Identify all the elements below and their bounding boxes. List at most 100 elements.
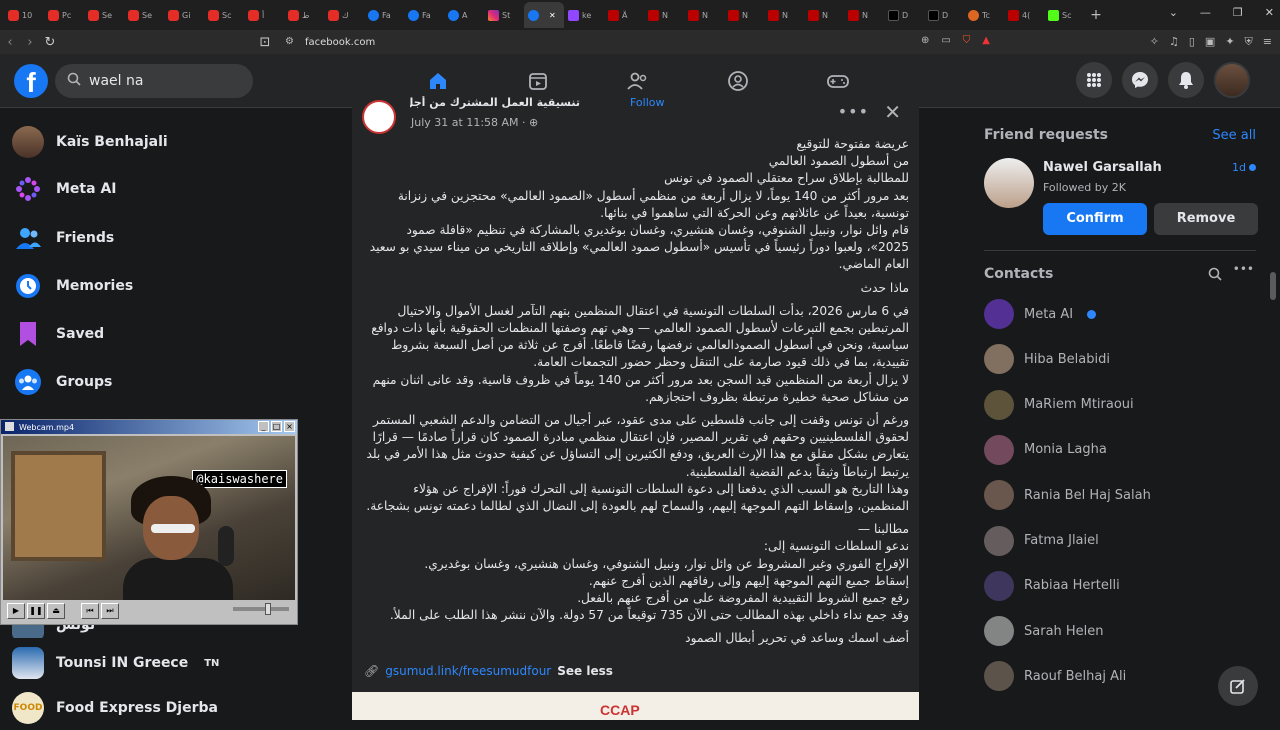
next-icon[interactable]: ⏭: [101, 603, 119, 619]
petition-link[interactable]: gsumud.link/freesumudfour: [385, 664, 551, 678]
browser-tab[interactable]: Sc: [204, 2, 244, 28]
browser-tab[interactable]: 4(: [1004, 2, 1044, 28]
close-icon[interactable]: ✕: [884, 100, 901, 124]
menu-icon[interactable]: ≡: [1263, 35, 1272, 49]
seek-slider-knob[interactable]: [264, 603, 271, 615]
browser-tab[interactable]: D: [884, 2, 924, 28]
cast-icon[interactable]: ▭: [941, 35, 950, 46]
pause-icon[interactable]: ❚❚: [27, 603, 45, 619]
contact-item[interactable]: Fatma Jlaiel: [984, 521, 1099, 561]
minimize-icon[interactable]: —: [1200, 6, 1211, 19]
browser-tab[interactable]: ط: [284, 2, 324, 28]
webcam-title-bar[interactable]: Webcam.mp4 _ □ ×: [1, 420, 297, 434]
browser-tab[interactable]: N: [724, 2, 764, 28]
sidebar-item-group-tounsi-greece[interactable]: Tounsi IN Greece TN: [12, 641, 219, 685]
play-icon[interactable]: ▶: [7, 603, 25, 619]
contact-item[interactable]: Rania Bel Haj Salah: [984, 475, 1151, 515]
tab-search-icon[interactable]: ⌄: [1169, 6, 1178, 19]
scrollbar-thumb[interactable]: [1270, 272, 1276, 300]
minimize-icon[interactable]: _: [258, 421, 269, 432]
messenger-button[interactable]: [1122, 62, 1158, 98]
browser-tab[interactable]: ك: [324, 2, 364, 28]
browser-tab[interactable]: St: [484, 2, 524, 28]
rewards-icon[interactable]: ▲: [982, 35, 990, 46]
request-name[interactable]: Nawel Garsallah: [1043, 160, 1162, 175]
sidebar-item-memories[interactable]: Memories: [12, 264, 133, 308]
browser-tab[interactable]: N: [684, 2, 724, 28]
page-avatar[interactable]: [362, 100, 396, 134]
wallet-icon[interactable]: ▣: [1205, 35, 1215, 49]
new-message-button[interactable]: [1218, 666, 1258, 706]
webcam-player-window[interactable]: Webcam.mp4 _ □ × @kaiswashere ▶ ❚❚ ⏏ ⏮ ⏭: [0, 419, 298, 625]
sidebar-icon[interactable]: ▯: [1189, 35, 1195, 49]
sidebar-item-saved[interactable]: Saved: [12, 312, 104, 356]
browser-tab[interactable]: Ä: [604, 2, 644, 28]
bookmark-icon[interactable]: ⊡: [255, 35, 275, 50]
maximize-icon[interactable]: ❐: [1233, 6, 1243, 19]
new-tab-icon[interactable]: +: [1084, 7, 1108, 23]
browser-tab[interactable]: Pc: [44, 2, 84, 28]
request-avatar[interactable]: [984, 158, 1034, 208]
remove-button[interactable]: Remove: [1154, 203, 1258, 235]
reload-icon[interactable]: ↻: [40, 35, 60, 50]
forward-icon[interactable]: ›: [20, 35, 40, 50]
extensions-icon[interactable]: ✧: [1150, 35, 1159, 49]
previous-icon[interactable]: ⏮: [81, 603, 99, 619]
browser-tab[interactable]: N: [764, 2, 804, 28]
browser-tab[interactable]: Gi: [164, 2, 204, 28]
browser-tab[interactable]: Fa: [404, 2, 444, 28]
confirm-button[interactable]: Confirm: [1043, 203, 1147, 235]
browser-tab[interactable]: Se: [124, 2, 164, 28]
browser-tab[interactable]: Fa: [364, 2, 404, 28]
zoom-icon[interactable]: ⊕: [921, 35, 929, 46]
browser-tab[interactable]: N: [844, 2, 884, 28]
see-all-link[interactable]: See all: [1212, 128, 1256, 143]
back-icon[interactable]: ‹: [0, 35, 20, 50]
sidebar-item-groups[interactable]: Groups: [12, 360, 112, 404]
menu-grid-button[interactable]: [1076, 62, 1112, 98]
browser-tab[interactable]: D: [924, 2, 964, 28]
follow-button[interactable]: Follow: [630, 96, 665, 109]
contact-item[interactable]: MaRiem Mtiraoui: [984, 385, 1134, 425]
address-bar[interactable]: ⚙ facebook.com ⊕ ▭ ⛉ ▲: [280, 32, 1000, 52]
vpn-icon[interactable]: ⛨: [1245, 35, 1253, 49]
more-options-icon[interactable]: •••: [838, 102, 869, 121]
browser-tab[interactable]: Tc: [964, 2, 1004, 28]
site-info-icon[interactable]: ⚙: [285, 36, 294, 47]
browser-tab[interactable]: أ: [244, 2, 284, 28]
browser-tab[interactable]: ke: [564, 2, 604, 28]
see-less-button[interactable]: See less: [557, 664, 613, 678]
post-image[interactable]: CCAP: [352, 692, 919, 720]
search-icon[interactable]: [1208, 266, 1222, 285]
page-name[interactable]: تنسيقية العمل المشترك من أجل فلسطين: [410, 96, 580, 109]
maximize-icon[interactable]: □: [271, 421, 282, 432]
post-timestamp[interactable]: July 31 at 11:58 AM · ⊕: [411, 116, 538, 129]
sidebar-item-profile[interactable]: Kaïs Benhajali: [12, 120, 168, 164]
more-options-icon[interactable]: •••: [1233, 262, 1254, 276]
close-tab-icon[interactable]: ✕: [549, 11, 556, 20]
contact-item[interactable]: Monia Lagha: [984, 430, 1107, 470]
browser-tab[interactable]: N: [644, 2, 684, 28]
browser-tab[interactable]: ✕: [524, 2, 564, 28]
sidebar-item-meta-ai[interactable]: Meta AI: [12, 167, 116, 211]
browser-tab[interactable]: A: [444, 2, 484, 28]
seek-slider[interactable]: [233, 603, 289, 615]
contact-item[interactable]: Sarah Helen: [984, 611, 1104, 651]
sidebar-item-food-express[interactable]: FOOD Food Express Djerba: [12, 686, 218, 730]
account-avatar[interactable]: [1214, 62, 1250, 98]
contact-item[interactable]: Raouf Belhaj Ali: [984, 656, 1126, 696]
close-window-icon[interactable]: ✕: [1265, 6, 1274, 19]
search-input[interactable]: wael na: [55, 64, 253, 98]
sidebar-item-friends[interactable]: Friends: [12, 216, 114, 260]
close-icon[interactable]: ×: [284, 421, 295, 432]
browser-tab[interactable]: Se: [84, 2, 124, 28]
media-icon[interactable]: ♫: [1169, 35, 1179, 49]
brave-shield-icon[interactable]: ⛉: [963, 35, 971, 46]
contact-item[interactable]: Hiba Belabidi: [984, 339, 1110, 379]
facebook-logo-icon[interactable]: f: [14, 64, 48, 98]
leo-icon[interactable]: ✦: [1225, 35, 1234, 49]
eject-icon[interactable]: ⏏: [47, 603, 65, 619]
contact-item[interactable]: Rabiaa Hertelli: [984, 566, 1120, 606]
contact-item[interactable]: Meta AI: [984, 294, 1097, 334]
notifications-button[interactable]: [1168, 62, 1204, 98]
